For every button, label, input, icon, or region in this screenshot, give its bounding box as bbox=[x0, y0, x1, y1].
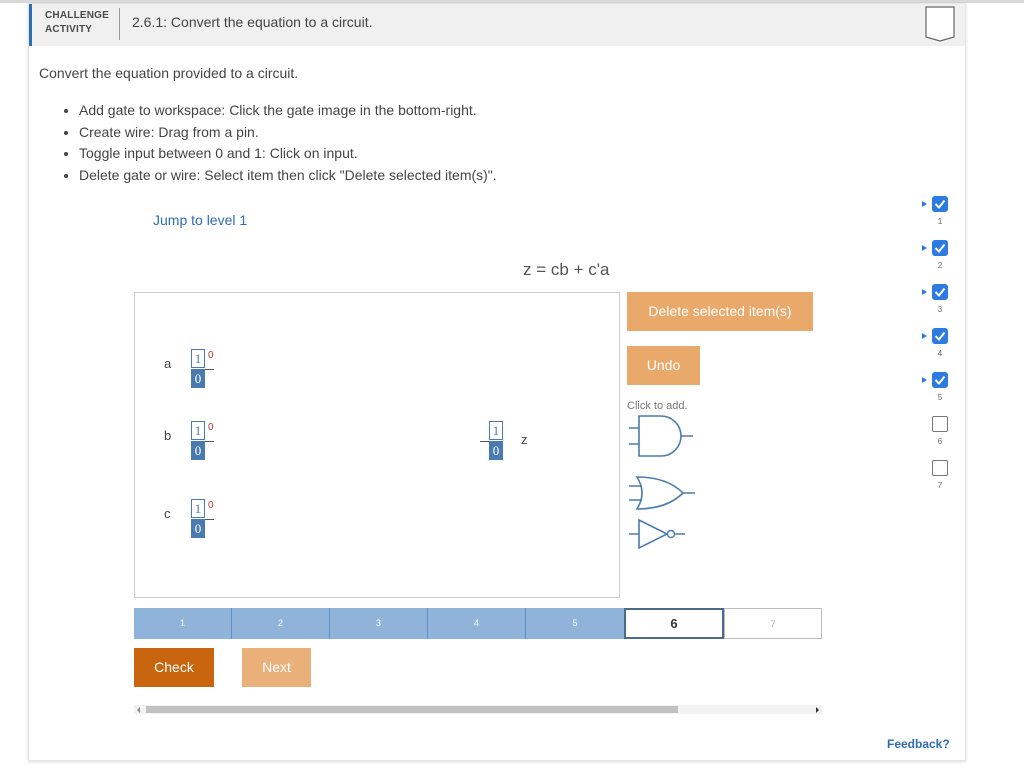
progress-level-7[interactable]: 7 bbox=[724, 608, 822, 639]
activity-title: 2.6.1: Convert the equation to a circuit… bbox=[132, 14, 373, 30]
instruction-item: Delete gate or wire: Select item then cl… bbox=[79, 165, 497, 187]
checkmark-icon bbox=[932, 372, 948, 388]
undo-button[interactable]: Undo bbox=[627, 346, 700, 385]
output-pin[interactable] bbox=[205, 441, 214, 442]
checkmark-icon bbox=[932, 240, 948, 256]
activity-header: CHALLENGE ACTIVITY 2.6.1: Convert the eq… bbox=[29, 4, 965, 46]
equation: z = cb + c'a bbox=[523, 260, 610, 279]
level-progress-bar: 1 2 3 4 5 6 7 bbox=[134, 608, 822, 639]
bookmark-icon[interactable] bbox=[925, 6, 955, 47]
input-toggle-b[interactable]: 1 0 0 bbox=[191, 421, 214, 461]
horizontal-scrollbar[interactable] bbox=[134, 705, 822, 714]
circuit-workspace[interactable]: a 1 0 0 b 1 0 0 c 1 0 0 1 0 z bbox=[134, 292, 620, 598]
progress-level-5[interactable]: 5 bbox=[526, 608, 624, 639]
checkmark-icon bbox=[932, 284, 948, 300]
empty-level-icon bbox=[932, 416, 948, 432]
side-level-7[interactable]: 7 bbox=[929, 460, 953, 504]
output-pin[interactable] bbox=[205, 519, 214, 520]
input-toggle-a[interactable]: 1 0 0 bbox=[191, 349, 214, 389]
completed-marker-icon bbox=[922, 201, 927, 207]
completed-marker-icon bbox=[922, 289, 927, 295]
instruction-item: Add gate to workspace: Click the gate im… bbox=[79, 100, 497, 122]
side-level-3[interactable]: 3 bbox=[922, 284, 953, 328]
next-button[interactable]: Next bbox=[242, 648, 311, 687]
output-z: 1 0 bbox=[480, 421, 503, 461]
progress-level-1[interactable]: 1 bbox=[134, 608, 232, 639]
side-level-1[interactable]: 1 bbox=[922, 196, 953, 240]
completed-marker-icon bbox=[922, 333, 927, 339]
input-label-a: a bbox=[164, 356, 172, 371]
instruction-item: Create wire: Drag from a pin. bbox=[79, 122, 497, 144]
completed-marker-icon bbox=[922, 377, 927, 383]
side-level-5[interactable]: 5 bbox=[922, 372, 953, 416]
input-toggle-c[interactable]: 1 0 0 bbox=[191, 499, 214, 539]
empty-level-icon bbox=[932, 460, 948, 476]
output-label-z: z bbox=[521, 432, 528, 447]
progress-level-3[interactable]: 3 bbox=[330, 608, 428, 639]
not-gate-icon[interactable] bbox=[627, 516, 699, 557]
progress-level-2[interactable]: 2 bbox=[232, 608, 330, 639]
header-divider bbox=[119, 8, 120, 40]
side-level-2[interactable]: 2 bbox=[922, 240, 953, 284]
side-level-6[interactable]: 6 bbox=[929, 416, 953, 460]
click-to-add-label: Click to add. bbox=[627, 400, 688, 412]
feedback-link[interactable]: Feedback? bbox=[887, 737, 950, 751]
instruction-item: Toggle input between 0 and 1: Click on i… bbox=[79, 143, 497, 165]
jump-to-level-link[interactable]: Jump to level 1 bbox=[153, 212, 247, 228]
scroll-right-arrow-icon[interactable] bbox=[816, 707, 819, 713]
scrollbar-thumb[interactable] bbox=[146, 706, 678, 713]
intro-text: Convert the equation provided to a circu… bbox=[39, 65, 299, 81]
scroll-left-arrow-icon[interactable] bbox=[137, 707, 140, 713]
input-pin[interactable] bbox=[480, 441, 489, 442]
delete-selected-button[interactable]: Delete selected item(s) bbox=[627, 292, 813, 331]
challenge-card: CHALLENGE ACTIVITY 2.6.1: Convert the eq… bbox=[28, 3, 966, 761]
input-label-c: c bbox=[164, 506, 171, 521]
or-gate-icon[interactable] bbox=[627, 474, 699, 517]
check-button[interactable]: Check bbox=[134, 648, 214, 687]
input-label-b: b bbox=[164, 428, 172, 443]
completed-marker-icon bbox=[922, 245, 927, 251]
and-gate-icon[interactable] bbox=[627, 412, 699, 465]
checkmark-icon bbox=[932, 196, 948, 212]
instruction-list: Add gate to workspace: Click the gate im… bbox=[65, 100, 497, 186]
progress-level-6[interactable]: 6 bbox=[624, 608, 724, 639]
output-pin[interactable] bbox=[205, 369, 214, 370]
activity-type-label: CHALLENGE ACTIVITY bbox=[45, 10, 110, 35]
checkmark-icon bbox=[932, 328, 948, 344]
progress-level-4[interactable]: 4 bbox=[428, 608, 526, 639]
side-level-4[interactable]: 4 bbox=[922, 328, 953, 372]
